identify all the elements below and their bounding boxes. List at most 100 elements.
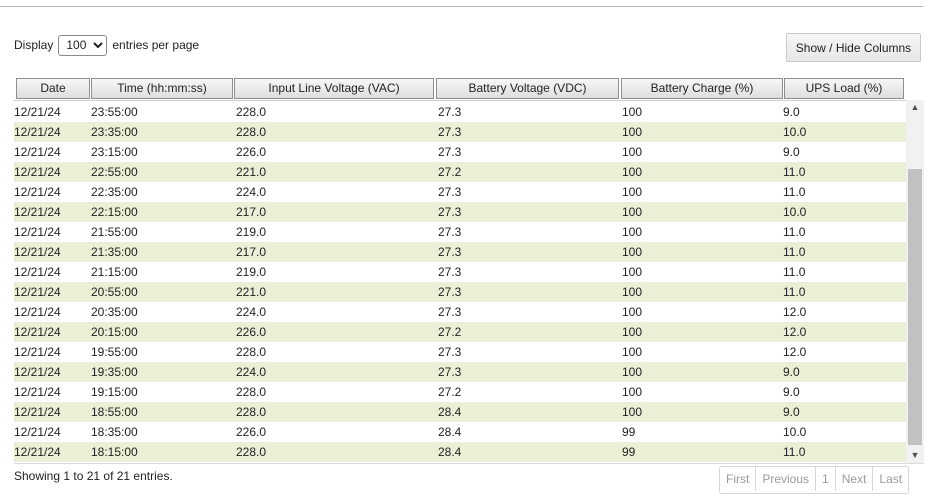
cell-ups-load: 11.0 (783, 245, 806, 259)
next-page-button[interactable]: Next (834, 467, 873, 491)
cell-input-voltage: 228.0 (236, 345, 267, 359)
cell-ups-load: 11.0 (783, 185, 806, 199)
cell-date: 12/21/24 (14, 265, 61, 279)
cell-date: 12/21/24 (14, 405, 61, 419)
cell-battery-charge: 100 (622, 405, 643, 419)
table-row: 12/21/24 22:35:00 224.0 27.3 100 11.0 (14, 182, 906, 202)
table-row: 12/21/24 20:15:00 226.0 27.2 100 12.0 (14, 322, 906, 342)
table-row: 12/21/24 20:35:00 224.0 27.3 100 12.0 (14, 302, 906, 322)
cell-time: 21:35:00 (91, 245, 138, 259)
cell-time: 18:55:00 (91, 405, 138, 419)
cell-battery-charge: 99 (622, 445, 636, 459)
table-row: 12/21/24 23:15:00 226.0 27.3 100 9.0 (14, 142, 906, 162)
column-header-ups-load[interactable]: UPS Load (%) (784, 78, 904, 99)
cell-ups-load: 10.0 (783, 205, 807, 219)
cell-date: 12/21/24 (14, 105, 61, 119)
entries-per-page-select[interactable]: 100 (58, 34, 108, 56)
cell-battery-voltage: 27.3 (438, 305, 462, 319)
cell-battery-charge: 99 (622, 425, 636, 439)
previous-page-button[interactable]: Previous (755, 467, 815, 491)
first-page-button[interactable]: First (720, 467, 755, 491)
cell-input-voltage: 228.0 (236, 445, 267, 459)
cell-time: 21:55:00 (91, 225, 138, 239)
cell-battery-charge: 100 (622, 165, 643, 179)
cell-input-voltage: 221.0 (236, 285, 267, 299)
column-header-date[interactable]: Date (16, 78, 90, 99)
table-row: 12/21/24 21:35:00 217.0 27.3 100 11.0 (14, 242, 906, 262)
cell-date: 12/21/24 (14, 145, 61, 159)
cell-ups-load: 11.0 (783, 445, 806, 459)
table-row: 12/21/24 22:55:00 221.0 27.2 100 11.0 (14, 162, 906, 182)
column-header-input-voltage[interactable]: Input Line Voltage (VAC) (234, 78, 434, 99)
cell-time: 23:35:00 (91, 125, 138, 139)
cell-date: 12/21/24 (14, 345, 61, 359)
page-1-button[interactable]: 1 (815, 467, 835, 491)
cell-time: 22:35:00 (91, 185, 138, 199)
cell-date: 12/21/24 (14, 185, 61, 199)
cell-ups-load: 9.0 (783, 405, 800, 419)
show-hide-columns-button[interactable]: Show / Hide Columns (786, 33, 921, 62)
cell-date: 12/21/24 (14, 285, 61, 299)
chevron-up-icon[interactable]: ▲ (906, 100, 924, 115)
cell-input-voltage: 224.0 (236, 365, 267, 379)
cell-battery-charge: 100 (622, 245, 643, 259)
cell-ups-load: 9.0 (783, 365, 800, 379)
cell-battery-voltage: 27.3 (438, 285, 462, 299)
cell-battery-voltage: 27.3 (438, 265, 462, 279)
cell-time: 18:35:00 (91, 425, 138, 439)
cell-input-voltage: 221.0 (236, 165, 267, 179)
table-row: 12/21/24 18:15:00 228.0 28.4 99 11.0 (14, 442, 906, 462)
cell-ups-load: 12.0 (783, 305, 807, 319)
vertical-scrollbar[interactable]: ▲ ▼ (906, 100, 924, 463)
table-row: 12/21/24 19:15:00 228.0 27.2 100 9.0 (14, 382, 906, 402)
cell-battery-voltage: 27.3 (438, 125, 462, 139)
length-prefix: Display (14, 38, 54, 52)
cell-ups-load: 11.0 (783, 225, 806, 239)
column-header-battery-voltage[interactable]: Battery Voltage (VDC) (436, 78, 619, 99)
cell-input-voltage: 217.0 (236, 245, 267, 259)
data-table: Date Time (hh:mm:ss) Input Line Voltage … (14, 78, 924, 464)
cell-time: 23:15:00 (91, 145, 138, 159)
cell-time: 20:15:00 (91, 325, 138, 339)
cell-input-voltage: 224.0 (236, 305, 267, 319)
pagination: First Previous 1 Next Last (719, 466, 910, 494)
scrollbar-thumb[interactable] (908, 169, 922, 445)
cell-battery-charge: 100 (622, 325, 643, 339)
cell-date: 12/21/24 (14, 165, 61, 179)
cell-time: 22:15:00 (91, 205, 138, 219)
cell-input-voltage: 217.0 (236, 205, 267, 219)
table-row: 12/21/24 21:55:00 219.0 27.3 100 11.0 (14, 222, 906, 242)
cell-battery-voltage: 27.2 (438, 385, 462, 399)
cell-ups-load: 12.0 (783, 325, 807, 339)
chevron-down-icon[interactable]: ▼ (906, 448, 924, 463)
column-header-time[interactable]: Time (hh:mm:ss) (91, 78, 233, 99)
cell-battery-voltage: 27.3 (438, 185, 462, 199)
top-divider (0, 6, 923, 7)
cell-input-voltage: 228.0 (236, 385, 267, 399)
cell-input-voltage: 226.0 (236, 325, 267, 339)
cell-date: 12/21/24 (14, 245, 61, 259)
cell-battery-charge: 100 (622, 285, 643, 299)
table-body: 12/21/24 23:55:00 228.0 27.3 100 9.0 12/21/24 2… (14, 100, 906, 463)
cell-time: 19:15:00 (91, 385, 138, 399)
cell-battery-charge: 100 (622, 385, 643, 399)
cell-battery-charge: 100 (622, 185, 643, 199)
cell-input-voltage: 228.0 (236, 125, 267, 139)
cell-battery-charge: 100 (622, 265, 643, 279)
column-header-battery-charge[interactable]: Battery Charge (%) (621, 78, 783, 99)
cell-battery-voltage: 27.3 (438, 225, 462, 239)
cell-time: 23:55:00 (91, 105, 138, 119)
length-suffix: entries per page (112, 38, 200, 52)
last-page-button[interactable]: Last (872, 467, 908, 491)
cell-date: 12/21/24 (14, 445, 61, 459)
cell-date: 12/21/24 (14, 425, 61, 439)
table-info: Showing 1 to 21 of 21 entries. (14, 469, 173, 483)
cell-ups-load: 9.0 (783, 385, 800, 399)
cell-input-voltage: 226.0 (236, 145, 267, 159)
cell-input-voltage: 226.0 (236, 425, 267, 439)
cell-time: 20:55:00 (91, 285, 138, 299)
cell-input-voltage: 219.0 (236, 265, 267, 279)
cell-date: 12/21/24 (14, 385, 61, 399)
cell-battery-charge: 100 (622, 225, 643, 239)
cell-ups-load: 9.0 (783, 105, 800, 119)
